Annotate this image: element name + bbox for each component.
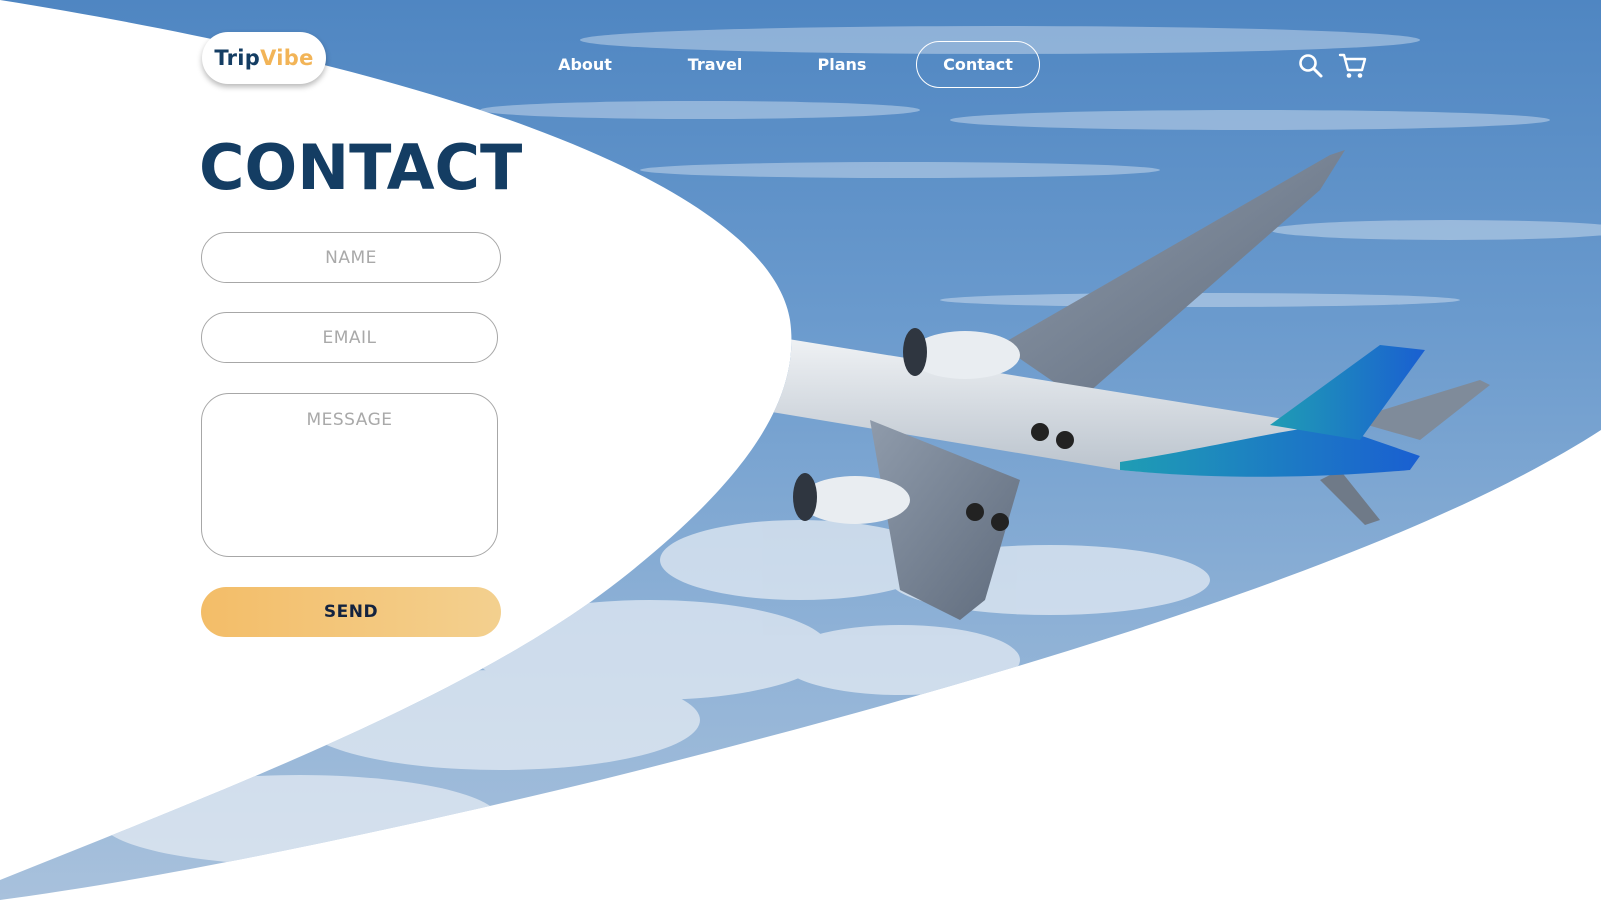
message-field[interactable] (201, 393, 498, 557)
nav-item-contact[interactable]: Contact (916, 41, 1040, 88)
tripvibe-logo[interactable]: Trip Vibe (202, 32, 326, 84)
nav-item-plans[interactable]: Plans (806, 54, 878, 76)
cart-icon[interactable] (1338, 52, 1367, 80)
send-button[interactable]: SEND (201, 587, 501, 637)
nav-item-travel[interactable]: Travel (678, 54, 752, 76)
contact-page: Trip Vibe About Travel Plans Contact CONT… (0, 0, 1601, 900)
name-field[interactable] (201, 232, 501, 283)
page-title: CONTACT (199, 131, 523, 204)
logo-text-trip: Trip (214, 46, 261, 70)
logo-text-vibe: Vibe (260, 46, 314, 70)
search-icon[interactable] (1297, 52, 1325, 80)
email-field[interactable] (201, 312, 498, 363)
nav-item-about[interactable]: About (546, 54, 624, 76)
